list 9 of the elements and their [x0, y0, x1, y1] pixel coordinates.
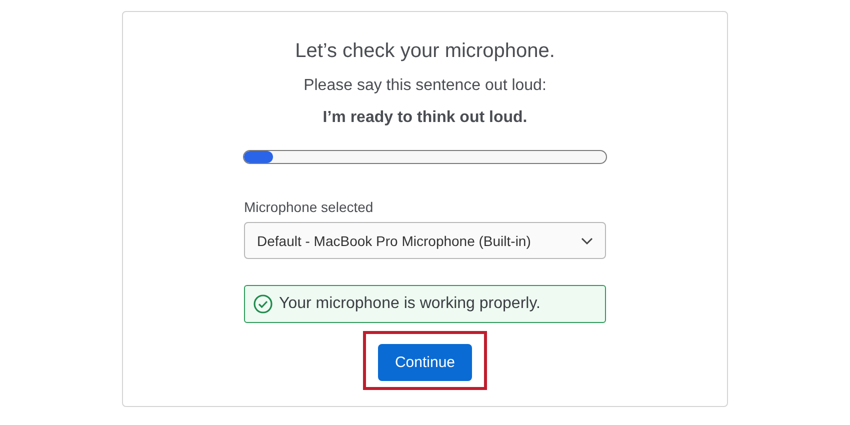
check-circle-icon	[253, 294, 273, 314]
continue-button[interactable]: Continue	[378, 344, 472, 381]
page-title: Let’s check your microphone.	[295, 39, 555, 64]
status-text: Your microphone is working properly.	[279, 295, 540, 313]
chevron-down-icon	[581, 236, 593, 244]
field-label: Microphone selected	[244, 198, 374, 216]
instruction-text: Please say this sentence out loud:	[304, 76, 546, 96]
microphone-dropdown[interactable]: Default - MacBook Pro Microphone (Built-in)	[244, 222, 606, 259]
sentence-text: I’m ready to think out loud.	[322, 108, 528, 128]
